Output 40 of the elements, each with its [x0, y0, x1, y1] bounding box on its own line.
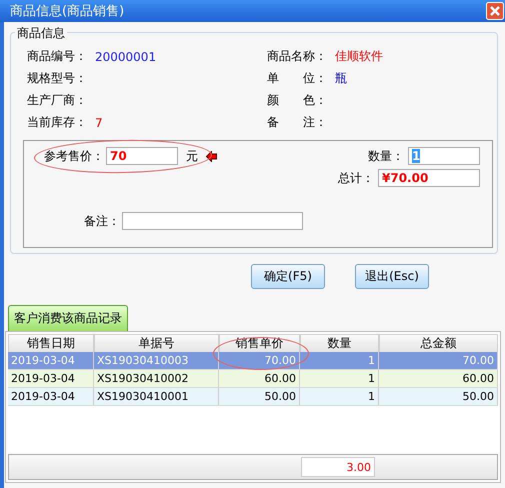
- window-title: 商品信息(商品销售): [10, 3, 124, 20]
- field-value: 20000001: [95, 50, 156, 64]
- quantity-label: 数量：: [368, 148, 404, 164]
- note-label: 备注：: [84, 212, 120, 230]
- field-label: 单 位：: [267, 70, 327, 87]
- group-title: 商品信息: [15, 25, 67, 42]
- arrow-icon: [206, 150, 217, 162]
- quantity-total: 3.00: [301, 457, 375, 477]
- table-cell: 50.00: [219, 388, 300, 406]
- column-header[interactable]: 单据号: [94, 334, 219, 353]
- unit-label: 元: [186, 148, 198, 164]
- confirm-button[interactable]: 确定(F5): [251, 264, 325, 289]
- tab[interactable]: 客户消费该商品记录: [8, 305, 128, 331]
- field-label: 规格型号：: [27, 70, 87, 87]
- column-header[interactable]: 销售日期: [8, 334, 94, 353]
- column-header[interactable]: 总金额: [379, 334, 498, 353]
- total-label: 总计：: [338, 170, 374, 186]
- field-label: 备 注：: [267, 114, 327, 131]
- field-value: 7: [95, 116, 103, 130]
- note-field[interactable]: [122, 212, 303, 230]
- field-label: 当前库存：: [27, 114, 87, 131]
- table-cell: 1: [300, 388, 379, 406]
- field-label: 颜 色：: [267, 92, 327, 109]
- field-label: 生产厂商：: [27, 92, 87, 109]
- total-field[interactable]: ¥70.00: [378, 169, 480, 187]
- column-header[interactable]: 数量: [300, 334, 379, 353]
- table-row[interactable]: 2019-03-04 XS19030410001 50.00 1 50.00: [8, 388, 498, 406]
- column-header[interactable]: 销售单价: [219, 334, 300, 353]
- field-value: 瓶: [335, 70, 347, 87]
- price-label: 参考售价：: [44, 148, 104, 164]
- field-label: 商品名称：: [267, 48, 327, 65]
- table-row[interactable]: 2019-03-04 XS19030410002 60.00 1 60.00: [8, 370, 498, 388]
- close-icon[interactable]: [486, 2, 504, 20]
- price-field[interactable]: 70: [106, 147, 178, 165]
- exit-button[interactable]: 退出(Esc): [355, 264, 429, 289]
- table-cell: 50.00: [379, 388, 498, 406]
- field-label: 商品编号：: [27, 48, 87, 65]
- field-value: 佳顺软件: [335, 48, 383, 65]
- table-cell: XS19030410001: [94, 388, 219, 406]
- table-cell: 2019-03-04: [8, 388, 94, 406]
